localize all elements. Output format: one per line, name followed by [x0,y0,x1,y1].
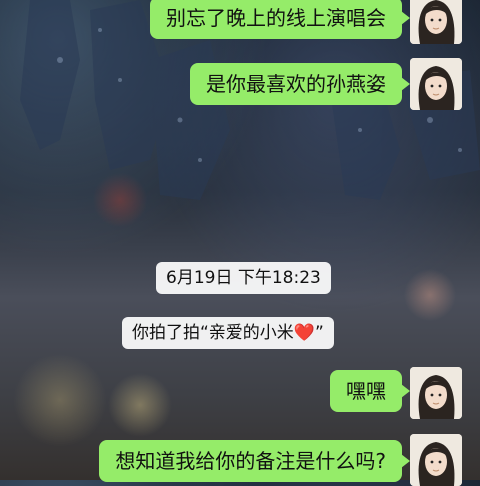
avatar[interactable] [410,367,462,419]
avatar-girl-icon [410,434,462,486]
message-bubble[interactable]: 想知道我给你的备注是什么吗? [99,440,410,482]
avatar[interactable] [410,58,462,110]
heart-icon: ❤️ [293,323,315,343]
avatar-girl-icon [410,58,462,110]
message-bubble[interactable]: 是你最喜欢的孙燕姿 [190,63,410,105]
pat-notice-close-quote: ” [314,323,324,343]
avatar-girl-icon [410,367,462,419]
avatar[interactable] [410,0,462,44]
message-bubble[interactable]: 别忘了晚上的线上演唱会 [150,0,410,39]
pat-notice-text: 你拍了拍“亲爱的小米 [132,323,294,343]
message-bubble[interactable]: 嘿嘿 [330,370,410,412]
avatar[interactable] [410,434,462,486]
timestamp: 6月19日 下午18:23 [156,262,331,294]
avatar-girl-icon [410,0,462,44]
pat-notice: 你拍了拍“亲爱的小米❤️” [122,317,334,349]
